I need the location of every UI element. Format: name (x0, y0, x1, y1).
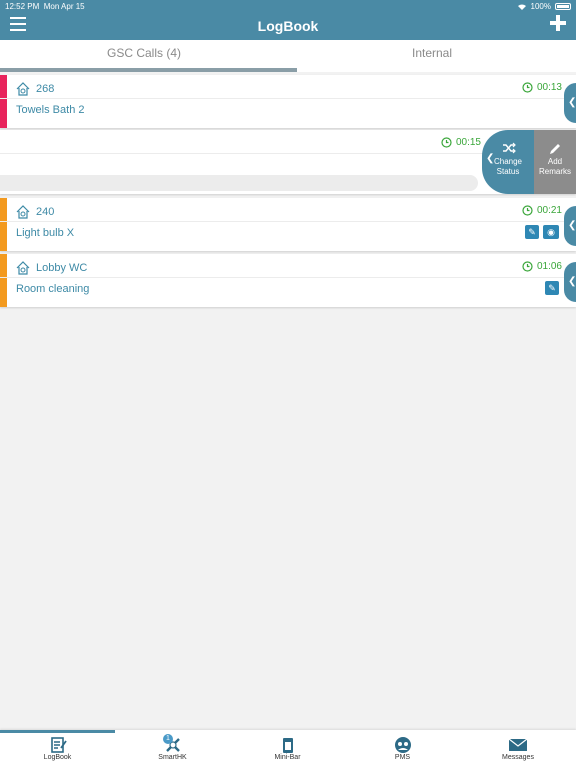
logbook-icon (50, 737, 67, 753)
priority-accent (0, 254, 7, 307)
timer-value: 01:06 (536, 261, 562, 272)
chevron-left-icon[interactable]: ❮ (564, 206, 576, 246)
room-label: 240 (16, 205, 54, 219)
call-description: Towels Bath 2 (16, 104, 85, 116)
timer-value: 00:15 (455, 137, 481, 148)
clock-icon (522, 205, 533, 216)
timer: 00:15 (441, 137, 481, 148)
nav-pms[interactable]: PMS (345, 736, 460, 761)
minibar-icon (282, 738, 293, 753)
nav-label: LogBook (43, 754, 72, 761)
status-right: 100% (517, 2, 571, 11)
battery-text: 100% (530, 2, 551, 11)
add-remarks-label: Add Remarks (538, 157, 571, 176)
timer-value: 00:21 (536, 205, 562, 216)
camera-icon[interactable]: ◉ (543, 225, 559, 239)
room-label: Lobby WC (16, 261, 87, 275)
pms-icon (394, 737, 411, 753)
shuffle-icon (503, 142, 516, 154)
nav-messages[interactable]: Messages (460, 736, 576, 761)
page-title: LogBook (257, 18, 319, 34)
edit-icon[interactable]: ✎ (525, 225, 539, 239)
divider (0, 277, 576, 278)
call-description: Room cleaning (16, 283, 90, 295)
clock-icon (441, 137, 452, 148)
room-number: 240 (36, 206, 55, 218)
room-number: 268 (36, 83, 55, 95)
add-remarks-button[interactable]: Add Remarks (534, 130, 576, 194)
room-icon (16, 261, 30, 275)
nav-label: Mini-Bar (274, 754, 301, 761)
timer: 00:13 (522, 82, 562, 93)
room-icon (16, 205, 30, 219)
change-status-button[interactable]: ❮ Change Status (482, 130, 534, 194)
nav-active-indicator (0, 730, 115, 733)
call-card[interactable]: Lobby WC 01:06 Room cleaning ✎ ❮ (0, 254, 576, 307)
nav-minibar[interactable]: Mini-Bar (230, 736, 345, 761)
nav-label: Messages (502, 754, 534, 761)
call-card[interactable]: 268 00:13 Towels Bath 2 ❮ (0, 75, 576, 128)
bottom-nav: LogBook 1 SmartHK Mini-Bar PMS Messages (0, 730, 576, 768)
room-number: Lobby WC (36, 262, 88, 274)
call-card[interactable]: 240 00:21 Light bulb X ✎ ◉ ❮ (0, 198, 576, 251)
divider (0, 98, 576, 99)
pencil-icon (550, 144, 560, 154)
nav-label: PMS (394, 754, 411, 761)
add-icon[interactable] (550, 15, 566, 31)
nav-smarthk[interactable]: 1 SmartHK (115, 734, 230, 761)
description-bar (0, 175, 478, 191)
badge: 1 (163, 734, 173, 744)
priority-accent (0, 198, 7, 251)
chevron-left-icon[interactable]: ❮ (564, 83, 576, 123)
nav-label: SmartHK (158, 754, 187, 761)
wifi-icon (517, 3, 526, 10)
tab-indicator (0, 68, 297, 72)
nav-logbook[interactable]: LogBook (0, 736, 115, 761)
edit-icon[interactable]: ✎ (545, 281, 559, 295)
room-icon (16, 82, 30, 96)
messages-icon (508, 738, 528, 751)
tab-internal[interactable]: Internal (288, 40, 576, 72)
call-card-swiped[interactable]: 00:15 ❮ Change Status Add Remarks (0, 130, 576, 194)
status-time: 12:52 PM Mon Apr 15 (5, 2, 85, 11)
priority-accent (0, 75, 7, 128)
clock-icon (522, 261, 533, 272)
chevron-left-icon[interactable]: ❮ (564, 262, 576, 302)
change-status-label: Change Status (493, 157, 523, 176)
timer: 01:06 (522, 261, 562, 272)
divider (0, 221, 576, 222)
battery-icon (555, 3, 571, 10)
timer-value: 00:13 (536, 82, 562, 93)
room-label: 268 (16, 82, 54, 96)
app-header: 12:52 PM Mon Apr 15 100% LogBook (0, 0, 576, 40)
timer: 00:21 (522, 205, 562, 216)
call-description: Light bulb X (16, 227, 75, 239)
clock-icon (522, 82, 533, 93)
tab-bar: GSC Calls (4) Internal (0, 40, 576, 72)
